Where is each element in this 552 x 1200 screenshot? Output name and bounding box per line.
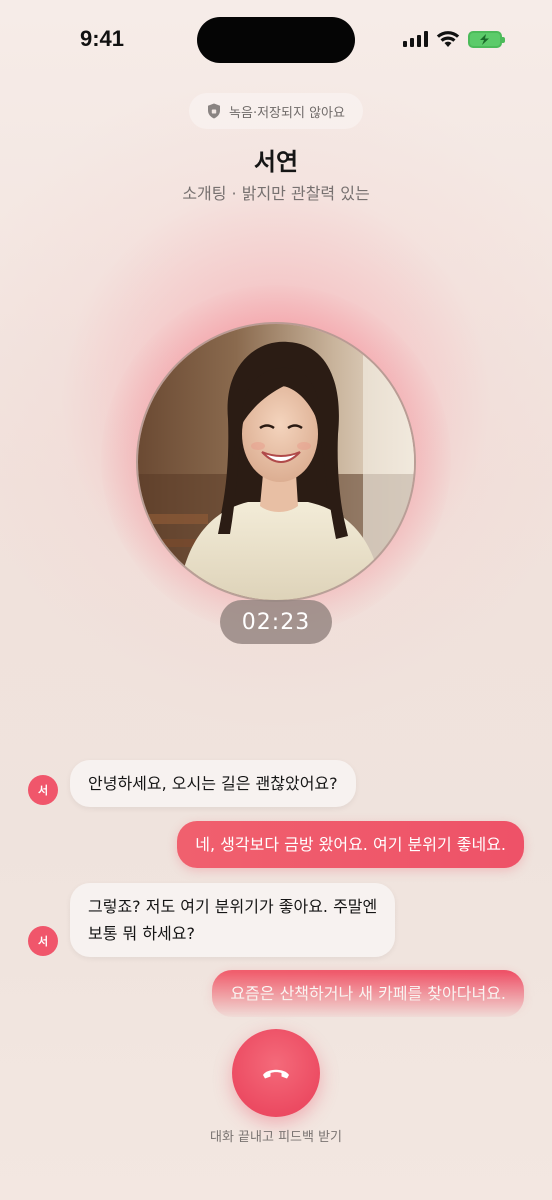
message-text: 네, 생각보다 금방 왔어요. 여기 분위기 좋네요. xyxy=(195,835,506,854)
message-text-line: 그렇죠? 저도 여기 분위기가 좋아요. 주말엔 xyxy=(88,897,378,916)
chat-transcript[interactable]: 서 안녕하세요, 오시는 길은 괜찮았어요? 네, 생각보다 금방 왔어요. 여… xyxy=(0,755,552,1020)
message-text: 안녕하세요, 오시는 길은 괜찮았어요? xyxy=(88,774,338,793)
contact-avatar xyxy=(136,322,416,602)
outgoing-message: 요즘은 산책하거나 새 카페를 찾아다녀요. xyxy=(212,970,524,1017)
phone-hangup-icon xyxy=(263,1069,289,1079)
contact-subtitle: 소개팅 · 밝지만 관찰력 있는 xyxy=(182,184,370,203)
end-call-label: 대화 끝내고 피드백 받기 xyxy=(210,1130,342,1145)
incoming-message: 안녕하세요, 오시는 길은 괜찮았어요? xyxy=(70,760,356,807)
cellular-signal-icon xyxy=(403,31,428,47)
battery-charging-icon xyxy=(468,30,505,48)
status-time: 9:41 xyxy=(80,26,125,51)
status-bar: 9:41 xyxy=(0,0,552,80)
privacy-notice-chip: 녹음·저장되지 않아요 xyxy=(189,93,363,129)
contact-name: 서연 xyxy=(253,148,299,176)
dynamic-island xyxy=(197,17,355,63)
message-text: 요즘은 산책하거나 새 카페를 찾아다녀요. xyxy=(230,984,506,1003)
status-icons xyxy=(403,30,505,48)
wifi-icon xyxy=(436,31,460,47)
outgoing-message: 네, 생각보다 금방 왔어요. 여기 분위기 좋네요. xyxy=(177,821,524,868)
incoming-message: 그렇죠? 저도 여기 분위기가 좋아요. 주말엔 보통 뭐 하세요? xyxy=(70,883,396,957)
privacy-notice-text: 녹음·저장되지 않아요 xyxy=(229,105,345,121)
message-text-line: 보통 뭐 하세요? xyxy=(88,924,195,943)
end-call-button[interactable] xyxy=(232,1029,320,1117)
sender-badge: 서 xyxy=(28,775,58,805)
call-timer: 02:23 xyxy=(220,600,332,644)
call-screen: 9:41 녹음·저장되지 않아요 서연 소개팅 · 밝지만 관찰력 있는 02:… xyxy=(0,0,552,1200)
sender-badge: 서 xyxy=(28,926,58,956)
shield-icon xyxy=(208,103,221,119)
